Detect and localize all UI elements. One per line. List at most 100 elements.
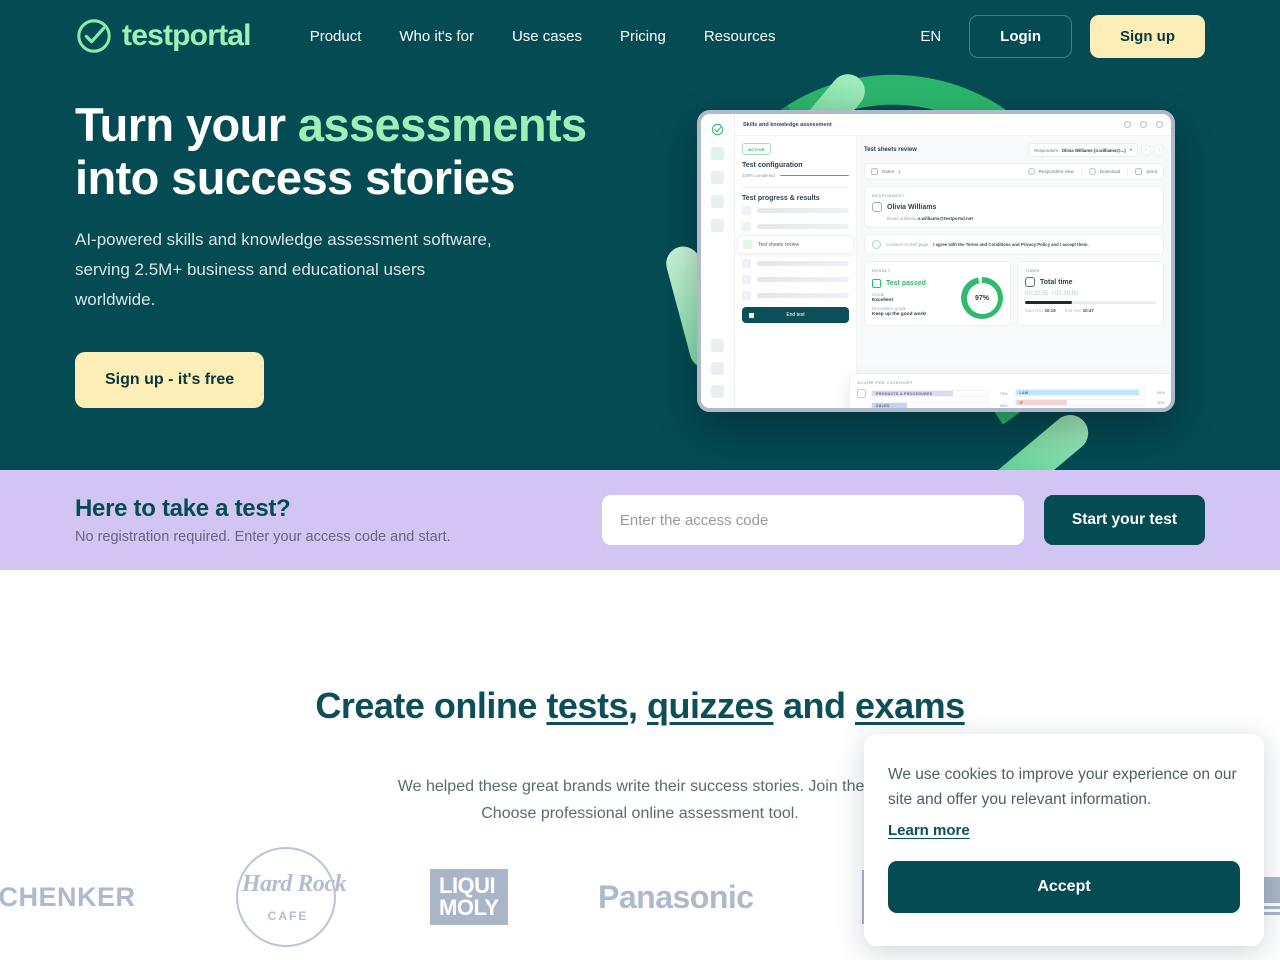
mockup-info-icon[interactable] [1124, 121, 1131, 128]
category-row: SALES 30% [857, 401, 1008, 408]
mockup-timer-card: TIMER Total time 00:32:05 / 01:30:00 Sta… [1017, 261, 1164, 326]
dates-value: 1 [898, 169, 901, 174]
avatar [872, 202, 882, 212]
cookie-consent-dialog: We use cookies to improve your experienc… [864, 734, 1264, 946]
brand-logo-liqui-moly: LIQUI MOLY [430, 862, 508, 932]
mockup-step-item[interactable] [742, 275, 849, 284]
nav-right-group: EN Login Sign up [910, 14, 1205, 58]
prev-respondent-button[interactable]: ‹ [1141, 144, 1151, 156]
download-icon [1088, 168, 1096, 175]
nav-item-product[interactable]: Product [291, 20, 381, 53]
mockup-config-title: Test configuration [742, 162, 803, 169]
hero-section: testportal Product Who it's for Use case… [0, 0, 1280, 470]
step-placeholder-bar [757, 293, 849, 298]
download-button[interactable]: Download [1080, 168, 1120, 175]
descriptive-grade-label: Descriptive grade [872, 306, 907, 311]
start-test-button[interactable]: Start your test [1043, 495, 1205, 545]
access-code-bar: Here to take a test? No registration req… [0, 470, 1280, 570]
mockup-step-item[interactable] [742, 206, 849, 215]
mockup-window-title: Skills and knowledge assessment [743, 121, 832, 128]
start-time-label: Start time [1025, 308, 1044, 313]
heading-mid: and [773, 685, 856, 726]
access-code-input[interactable] [601, 495, 1024, 545]
cookie-learn-more-link[interactable]: Learn more [888, 822, 970, 839]
dates-field[interactable]: Dates 1 [871, 168, 901, 175]
email-label: Email address [887, 216, 917, 221]
hero-signup-cta-button[interactable]: Sign up - it's free [75, 352, 265, 408]
liqui-line-2: MOLY [439, 895, 499, 920]
respondent-view-button[interactable]: Respondent view [1027, 168, 1074, 175]
check-icon [872, 279, 881, 288]
stop-square-icon [749, 312, 754, 318]
send-button[interactable]: Send [1127, 168, 1157, 175]
category-percent: 70% [999, 391, 1008, 396]
timer-section-label: TIMER [1025, 268, 1040, 273]
mockup-sidebar [701, 114, 735, 408]
step-placeholder-bar [757, 224, 849, 229]
hero-content: Turn your assessments into success storie… [75, 98, 655, 408]
nav-item-use-cases[interactable]: Use cases [493, 20, 601, 53]
category-bar: SALES [871, 402, 989, 408]
nav-links: Product Who it's for Use cases Pricing R… [291, 20, 795, 53]
category-name: SALES [876, 404, 890, 408]
end-test-label: End test [786, 312, 805, 318]
mockup-gear-icon[interactable] [1140, 121, 1147, 128]
mockup-progress-title: Test progress & results [742, 195, 820, 202]
chevron-down-icon: ▾ [1129, 147, 1132, 152]
category-bar: PRODUCTS & PROCEDURES [871, 390, 989, 397]
nav-item-pricing[interactable]: Pricing [601, 20, 685, 53]
mockup-expand-icon[interactable] [711, 385, 724, 398]
mockup-respondent-selector[interactable]: Respondent Olivia Williams (o.williams@.… [1028, 143, 1138, 157]
heading-comma: , [627, 685, 647, 726]
mockup-step-item[interactable] [742, 259, 849, 268]
next-respondent-button[interactable]: › [1154, 144, 1164, 156]
mockup-settings-gear-icon[interactable] [711, 219, 724, 232]
heading-link-exams[interactable]: exams [855, 685, 965, 726]
mockup-dashboard-icon[interactable] [711, 147, 724, 160]
hero-heading-line2: into success stories [75, 151, 516, 204]
mockup-step-item[interactable] [742, 222, 849, 231]
category-row: LAW 95% [1014, 389, 1165, 396]
mockup-step-item-selected[interactable]: Test sheets review [737, 235, 854, 254]
step-placeholder-bar [757, 208, 849, 213]
language-selector[interactable]: EN [910, 20, 951, 53]
cookie-accept-button[interactable]: Accept [888, 861, 1240, 913]
person-icon [1027, 168, 1035, 175]
send-label: Send [1146, 169, 1157, 174]
logo[interactable]: testportal [75, 17, 251, 55]
access-bar-subtitle: No registration required. Enter your acc… [75, 529, 451, 545]
heading-link-quizzes[interactable]: quizzes [647, 685, 774, 726]
category-percent: 30% [999, 403, 1008, 408]
nav-item-who-its-for[interactable]: Who it's for [380, 20, 493, 53]
mockup-step-item[interactable] [742, 291, 849, 300]
mockup-progress-label: 100% completed [742, 173, 775, 178]
step-icon [742, 291, 751, 300]
step-icon [742, 259, 751, 268]
mockup-end-test-button[interactable]: End test [742, 307, 849, 323]
step-icon [742, 222, 751, 231]
clock-icon [1025, 277, 1035, 287]
result-section-label: RESULT [872, 268, 891, 273]
mockup-users-icon[interactable] [711, 171, 724, 184]
mockup-reports-icon[interactable] [711, 195, 724, 208]
mockup-review-panel: Test sheets review Respondent Olivia Wil… [857, 136, 1171, 408]
main-navigation: testportal Product Who it's for Use case… [0, 0, 1280, 72]
hard-rock-cafe-text: CAFE [267, 909, 309, 923]
category-row: PRODUCTS & PROCEDURES 70% [857, 389, 1008, 398]
mockup-account-icon[interactable] [1156, 121, 1163, 128]
paragraph-line-2: Choose professional online assessment to… [481, 805, 799, 822]
nav-item-resources[interactable]: Resources [685, 20, 795, 53]
brand-logo-hard-rock-cafe: Hard Rock CAFE [212, 847, 360, 947]
step-icon [743, 240, 752, 249]
grade-label: Grade [872, 292, 885, 297]
logo-text: testportal [122, 19, 251, 52]
selected-step-label: Test sheets review [758, 241, 800, 248]
mockup-toolbar: Dates 1 Respondent view Download Send [864, 163, 1164, 180]
mockup-help-icon[interactable] [711, 339, 724, 352]
heading-link-tests[interactable]: tests [546, 685, 628, 726]
mockup-logout-icon[interactable] [711, 362, 724, 375]
brand-logo-schenker: SCHENKER [0, 881, 136, 912]
heading-prefix: Create online [315, 685, 547, 726]
signup-button[interactable]: Sign up [1090, 14, 1205, 58]
login-button[interactable]: Login [969, 14, 1072, 58]
